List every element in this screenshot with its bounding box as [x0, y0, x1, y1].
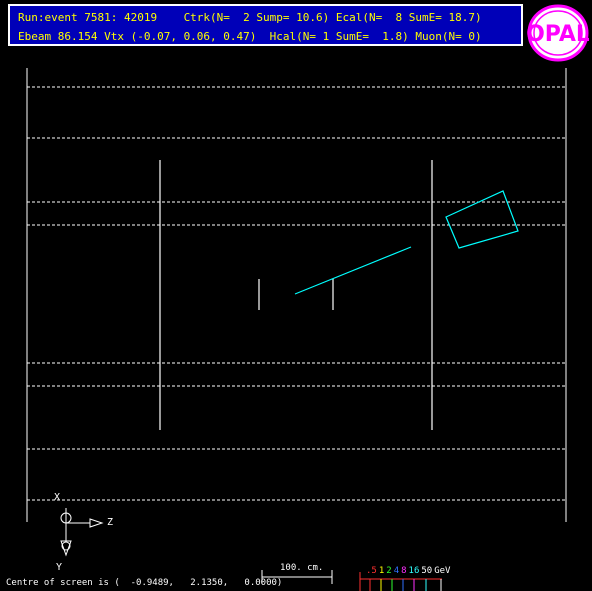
detector-view [26, 68, 567, 591]
energy-legend-label: 50 [421, 566, 433, 576]
centre-of-screen-text: Centre of screen is ( -0.9489, 2.1350, 0… [6, 578, 283, 588]
energy-legend-label: 16 [408, 566, 420, 576]
energy-legend-label: .5 [366, 566, 377, 576]
scale-label: 100. cm. [280, 563, 324, 573]
charged-track [294, 246, 412, 295]
energy-legend: .5 1 2 4 8 16 50 GeV [366, 565, 450, 576]
energy-legend-label: 8 [401, 566, 407, 576]
axis-y-label: Y [56, 562, 63, 573]
energy-legend-label: GeV [434, 566, 451, 576]
axis-x-label: X [54, 492, 61, 503]
energy-legend-label: 1 [378, 566, 385, 576]
axis-z-label: Z [107, 517, 114, 528]
event-display-canvas[interactable]: Run:event 7581: 42019 Ctrk(N= 2 Sump= 10… [0, 0, 592, 591]
energy-legend-label: 4 [393, 566, 400, 576]
axes-icon [60, 508, 104, 557]
energy-legend-label: 2 [386, 566, 392, 576]
ecal-cluster [445, 190, 519, 249]
